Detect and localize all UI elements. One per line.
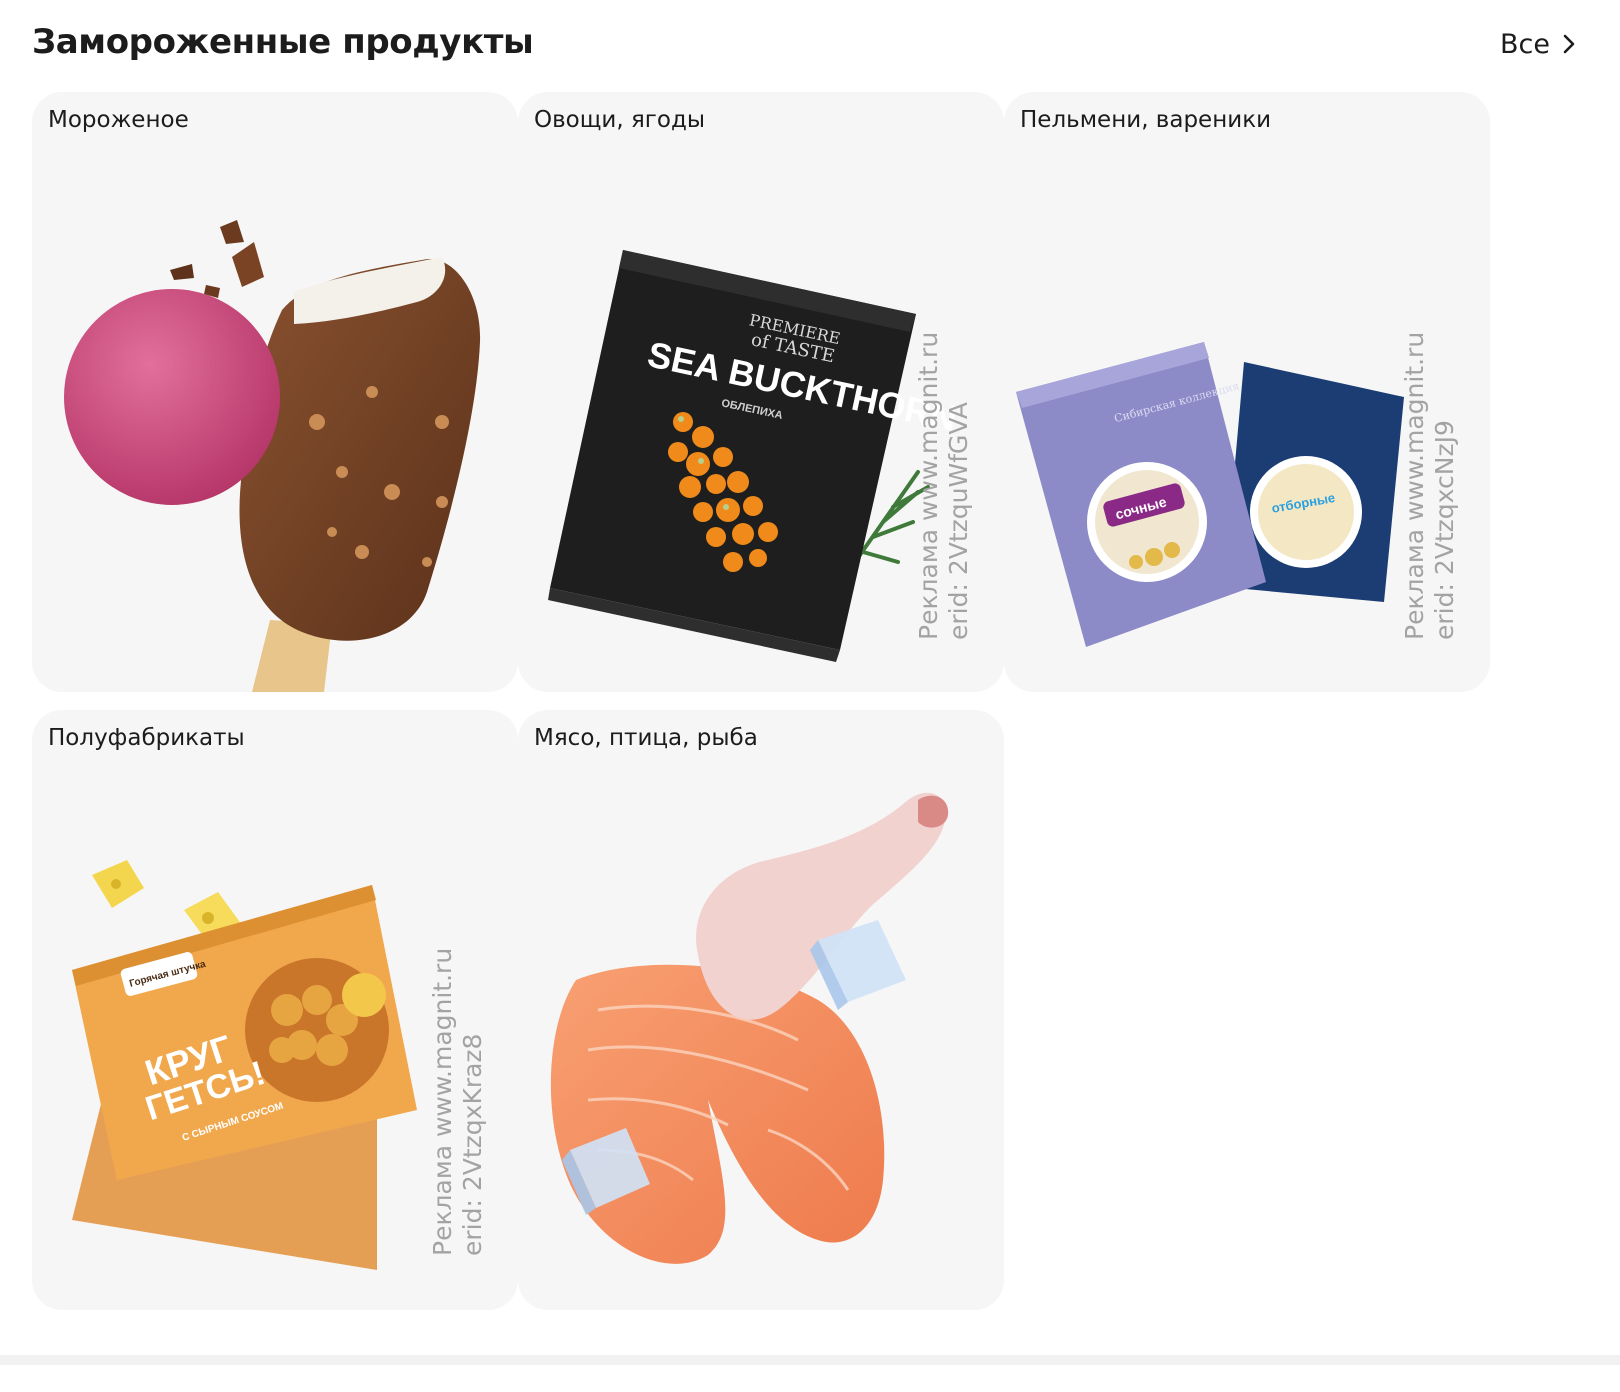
category-label: Мясо, птица, рыба [534, 725, 758, 751]
all-link-label: Все [1500, 28, 1550, 60]
ad-label: Реклама www.magnit.ru erid: 2VtzqxcNzJ9 [1400, 332, 1460, 640]
chevron-right-icon [1563, 34, 1575, 54]
section-title: Замороженные продукты [32, 22, 534, 62]
ad-line-1: Реклама www.magnit.ru [428, 947, 457, 1256]
category-card-meat-poultry-fish[interactable]: Мясо, птица, рыба [518, 710, 1004, 1310]
category-card-ice-cream[interactable]: Мороженое [32, 92, 518, 692]
category-card-vegetables-berries[interactable]: Овощи, ягоды PREMIERE of TASTE SEA BUCKT… [518, 92, 1004, 692]
ad-line-1: Реклама www.magnit.ru [1400, 331, 1429, 640]
ad-line-2: erid: 2VtzqxcNzJ9 [1430, 420, 1459, 640]
ad-label: Реклама www.magnit.ru erid: 2VtzqxKraz8 [428, 948, 488, 1256]
all-link[interactable]: Все [1500, 24, 1576, 64]
ice-cream-image [64, 220, 481, 692]
ad-label: Реклама www.magnit.ru erid: 2VtzquWfGVA [914, 332, 974, 640]
ad-line-2: erid: 2VtzqxKraz8 [458, 1033, 487, 1256]
section-divider [0, 1355, 1620, 1365]
ad-line-1: Реклама www.magnit.ru [914, 331, 943, 640]
category-label: Полуфабрикаты [48, 725, 245, 751]
category-label: Овощи, ягоды [534, 107, 706, 133]
category-label: Пельмени, вареники [1020, 107, 1272, 133]
meat-fish-image [550, 792, 949, 1264]
category-card-dumplings[interactable]: Пельмени, вареники отборные сочные Сибир… [1004, 92, 1490, 692]
category-card-semi-finished[interactable]: Полуфабрикаты Горячая штучка КРУГ ГЕТСЬ!… [32, 710, 518, 1310]
category-label: Мороженое [48, 107, 189, 133]
ad-line-2: erid: 2VtzquWfGVA [944, 402, 973, 640]
